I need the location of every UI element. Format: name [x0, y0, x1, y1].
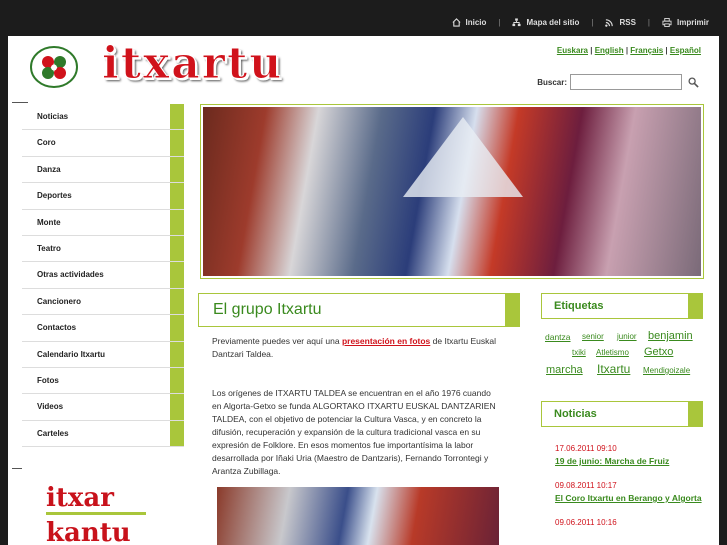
- page-title: El grupo Itxartu: [213, 301, 322, 318]
- news-date: 17.06.2011 09:10: [555, 444, 617, 453]
- sidebar-item-coro[interactable]: Coro: [22, 130, 184, 157]
- imprimir-link[interactable]: Imprimir: [662, 18, 709, 27]
- print-icon: [662, 18, 672, 27]
- mapa-link[interactable]: Mapa del sitio: [512, 18, 579, 27]
- news-title-link[interactable]: El Coro Itxartu en Berango y Algorta: [555, 492, 705, 504]
- sidebar-item-teatro[interactable]: Teatro: [22, 235, 184, 263]
- divider: [12, 468, 22, 469]
- page: itxartu Euskara | English | Français | E…: [8, 36, 719, 545]
- tag-senior[interactable]: senior: [582, 332, 604, 341]
- sitemap-icon: [512, 18, 522, 27]
- noticias-title: Noticias: [554, 408, 597, 420]
- home-icon: [452, 18, 460, 27]
- sidebar-item-calendario[interactable]: Calendario Itxartu: [22, 341, 184, 368]
- language-switcher: Euskara | English | Français | Español: [556, 46, 701, 55]
- tag-mendigoizale[interactable]: Mendigoizale: [643, 366, 690, 375]
- noticias-header: Noticias: [541, 401, 703, 427]
- sidebar-item-noticias[interactable]: Noticias: [22, 104, 184, 131]
- tag-marcha[interactable]: marcha: [546, 364, 583, 376]
- sidebar-item-videos[interactable]: Videos: [22, 394, 184, 421]
- tag-getxo[interactable]: Getxo: [644, 346, 673, 358]
- rss-icon: [605, 19, 614, 27]
- tag-itxartu[interactable]: Itxartu: [597, 362, 630, 376]
- inicio-link[interactable]: Inicio: [452, 18, 487, 27]
- sidebar-item-contactos[interactable]: Contactos: [22, 315, 184, 342]
- tag-benjamin[interactable]: benjamin: [648, 330, 693, 342]
- sidebar-item-otras[interactable]: Otras actividades: [22, 262, 184, 289]
- lauburu-emblem-icon[interactable]: [28, 42, 80, 90]
- sidebar-item-deportes[interactable]: Deportes: [22, 183, 184, 210]
- main-title-box: El grupo Itxartu: [198, 293, 520, 327]
- divider: [12, 102, 28, 103]
- itxarkantu-logo[interactable]: itxar kantu: [46, 480, 156, 545]
- main-content: Previamente puedes ver aquí una presenta…: [212, 335, 502, 504]
- sidebar-item-monte[interactable]: Monte: [22, 209, 184, 236]
- search-form: Buscar:: [537, 74, 699, 90]
- lang-espanol[interactable]: Español: [670, 46, 701, 55]
- search-icon[interactable]: [688, 76, 699, 88]
- tag-txiki[interactable]: txiki: [572, 348, 586, 357]
- site-logo[interactable]: itxartu: [101, 38, 283, 90]
- rss-label: RSS: [619, 18, 636, 27]
- imprimir-label: Imprimir: [676, 18, 709, 27]
- sidebar-item-danza[interactable]: Danza: [22, 156, 184, 184]
- etiquetas-header: Etiquetas: [541, 293, 703, 319]
- itxarkantu-line1: itxar: [46, 483, 114, 513]
- tag-atletismo[interactable]: Atletismo: [596, 348, 629, 357]
- sidebar-item-fotos[interactable]: Fotos: [22, 367, 184, 395]
- lang-euskara[interactable]: Euskara: [557, 46, 588, 55]
- sidebar-item-cancionero[interactable]: Cancionero: [22, 288, 184, 316]
- lang-francais[interactable]: Français: [630, 46, 663, 55]
- news-date: 09.08.2011 10:17: [555, 481, 617, 490]
- top-bar: Inicio | Mapa del sitio | RSS | Imprimir: [0, 0, 727, 36]
- tag-dantza[interactable]: dantza: [545, 332, 571, 342]
- rss-link[interactable]: RSS: [605, 18, 636, 27]
- sidebar-item-carteles[interactable]: Carteles: [22, 420, 184, 448]
- header-banner-image: [200, 104, 704, 279]
- etiquetas-title: Etiquetas: [554, 300, 604, 312]
- search-label: Buscar:: [537, 77, 567, 87]
- history-paragraph: Los orígenes de ITXARTU TALDEA se encuen…: [212, 388, 496, 476]
- top-navigation: Inicio | Mapa del sitio | RSS | Imprimir: [452, 18, 709, 27]
- search-input[interactable]: [570, 74, 682, 90]
- content-photo: [217, 487, 499, 545]
- intro-paragraph: Previamente puedes ver aquí una presenta…: [212, 336, 496, 359]
- news-title-link[interactable]: 19 de junio: Marcha de Fruiz: [555, 455, 705, 467]
- mapa-label: Mapa del sitio: [526, 18, 580, 27]
- tag-junior[interactable]: junior: [617, 332, 637, 341]
- presentacion-fotos-link[interactable]: presentación en fotos: [342, 336, 430, 346]
- itxarkantu-line2: kantu: [46, 518, 131, 545]
- news-list: 17.06.2011 09:10 19 de junio: Marcha de …: [555, 440, 705, 527]
- header: itxartu Euskara | English | Français | E…: [8, 36, 719, 102]
- sidebar-nav: Noticias Coro Danza Deportes Monte Teatr…: [22, 104, 184, 448]
- banner-collage: [203, 107, 701, 276]
- news-date: 09.06.2011 10:16: [555, 518, 617, 527]
- lang-english[interactable]: English: [595, 46, 624, 55]
- inicio-label: Inicio: [465, 18, 487, 27]
